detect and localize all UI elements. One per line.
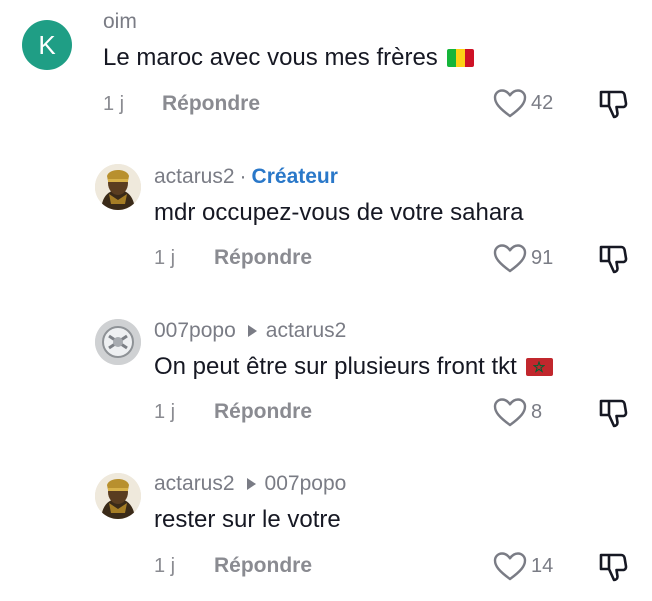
like-button[interactable]: 42	[493, 88, 553, 118]
creator-badge: Créateur	[251, 165, 338, 188]
comment-username[interactable]: actarus2	[154, 165, 235, 189]
star-icon	[533, 361, 546, 373]
comment-text: Le maroc avec vous mes frères	[103, 44, 438, 71]
heart-icon	[493, 244, 527, 273]
comment-text-line: Le maroc avec vous mes frères	[103, 44, 474, 72]
reply-arrow-icon	[247, 325, 257, 337]
comment-timestamp: 1 j	[154, 401, 176, 423]
comment-timestamp: 1 j	[103, 93, 125, 115]
comment-item: actarus2 · Créateur mdr occupez-vous de …	[0, 150, 652, 290]
reply-button[interactable]: Répondre	[162, 92, 260, 116]
profile-picture-icon	[95, 164, 141, 210]
badge-separator: ·	[239, 165, 247, 188]
dislike-icon[interactable]	[598, 243, 628, 275]
heart-icon	[493, 89, 527, 118]
comment-text-line: rester sur le votre	[154, 506, 341, 534]
dislike-icon[interactable]	[598, 397, 628, 429]
comment-username[interactable]: 007popo	[154, 319, 236, 343]
like-button[interactable]: 14	[493, 551, 553, 581]
comment-text-line: On peut être sur plusieurs front tkt	[154, 353, 553, 381]
comment-timestamp: 1 j	[154, 247, 176, 269]
like-count: 42	[531, 91, 554, 114]
comment-text: On peut être sur plusieurs front tkt	[154, 353, 517, 380]
comment-text: rester sur le votre	[154, 506, 341, 533]
like-count: 14	[531, 554, 554, 577]
dislike-icon[interactable]	[598, 551, 628, 583]
comment-username-line: 007popo actarus2	[154, 319, 346, 343]
comment-username-line: actarus2 · Créateur	[154, 165, 338, 189]
morocco-flag-icon	[525, 358, 553, 376]
reply-button[interactable]: Répondre	[214, 400, 312, 424]
dislike-icon[interactable]	[598, 88, 628, 120]
profile-picture-icon	[95, 319, 141, 365]
like-count: 8	[531, 400, 543, 423]
comment-item: K oim Le maroc avec vous mes frères 1 j …	[0, 0, 652, 130]
reply-arrow-icon	[246, 478, 256, 490]
mali-flag-icon	[446, 49, 474, 67]
creator-avatar[interactable]	[95, 473, 141, 519]
comment-text-line: mdr occupez-vous de votre sahara	[154, 199, 524, 227]
reply-button[interactable]: Répondre	[214, 554, 312, 578]
heart-icon	[493, 398, 527, 427]
reply-button[interactable]: Répondre	[214, 246, 312, 270]
comment-username[interactable]: oim	[103, 10, 137, 34]
avatar-letter: K	[38, 29, 56, 60]
comment-item: actarus2 007popo rester sur le votre 1 j…	[0, 458, 652, 601]
comment-username-line: oim	[103, 10, 137, 34]
creator-avatar[interactable]	[95, 164, 141, 210]
reply-to-username[interactable]: actarus2	[266, 319, 347, 343]
like-button[interactable]: 91	[493, 243, 553, 273]
user-avatar[interactable]: K	[22, 20, 72, 70]
heart-icon	[493, 552, 527, 581]
user-avatar[interactable]	[95, 319, 141, 365]
comment-timestamp: 1 j	[154, 555, 176, 577]
comment-username[interactable]: actarus2	[154, 472, 235, 496]
like-button[interactable]: 8	[493, 397, 542, 427]
profile-picture-icon	[95, 473, 141, 519]
comment-username-line: actarus2 007popo	[154, 472, 346, 496]
comment-item: 007popo actarus2 On peut être sur plusie…	[0, 305, 652, 445]
reply-to-username[interactable]: 007popo	[265, 472, 347, 496]
comment-text: mdr occupez-vous de votre sahara	[154, 199, 524, 226]
like-count: 91	[531, 246, 554, 269]
